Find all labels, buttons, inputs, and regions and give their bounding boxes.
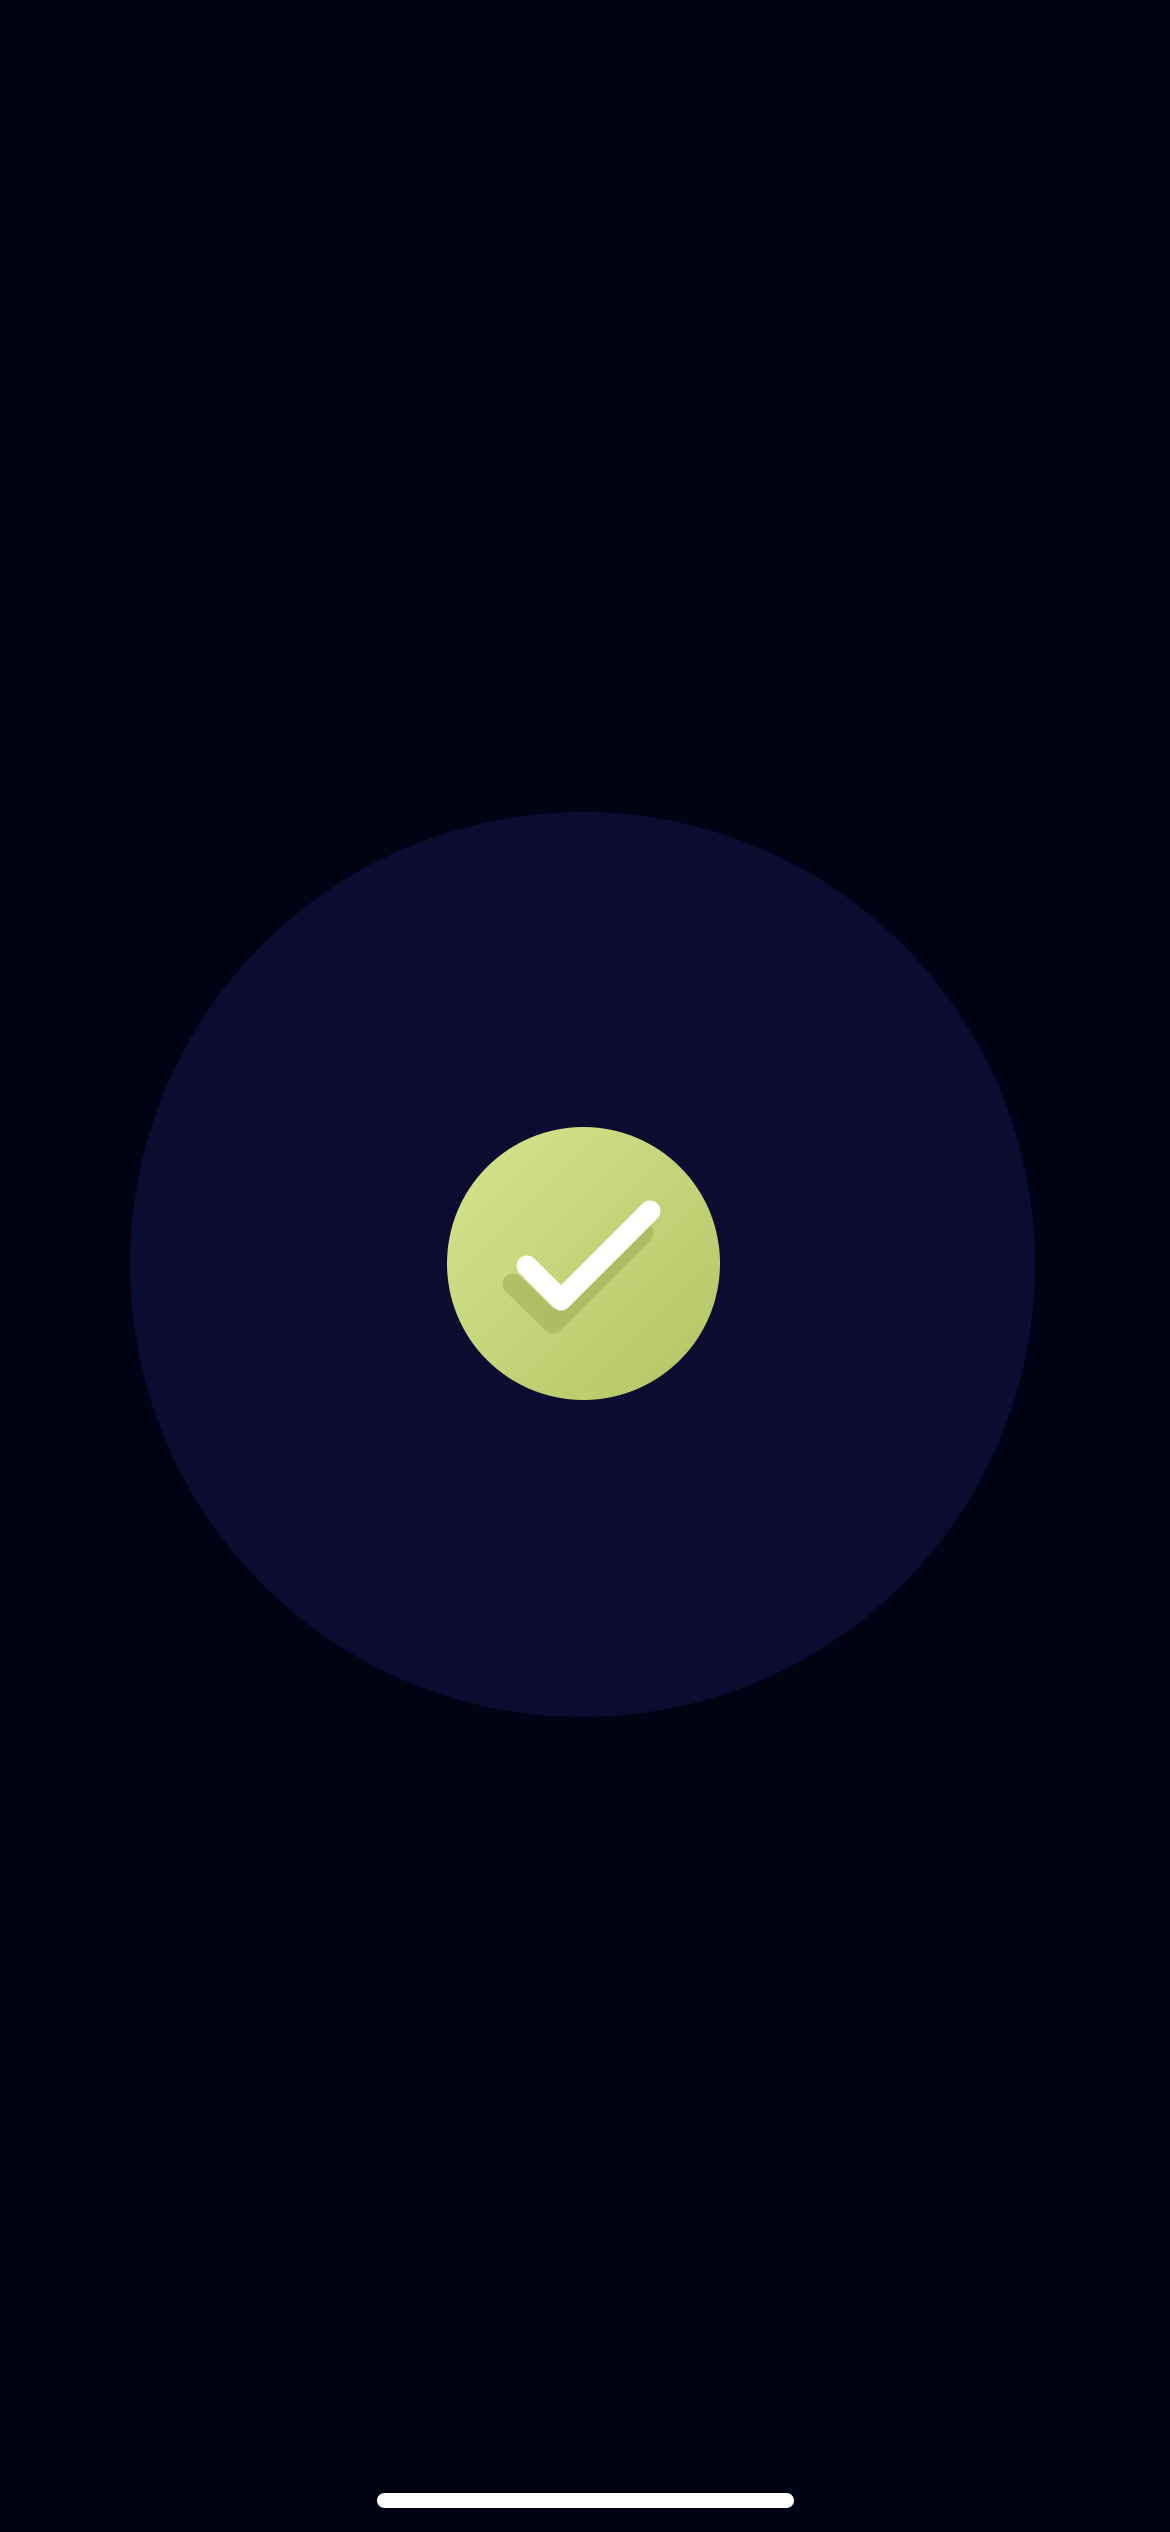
home-indicator[interactable]	[377, 2493, 794, 2508]
success-screen	[0, 0, 1170, 2532]
success-badge	[447, 1127, 720, 1400]
checkmark-icon	[502, 1200, 661, 1334]
